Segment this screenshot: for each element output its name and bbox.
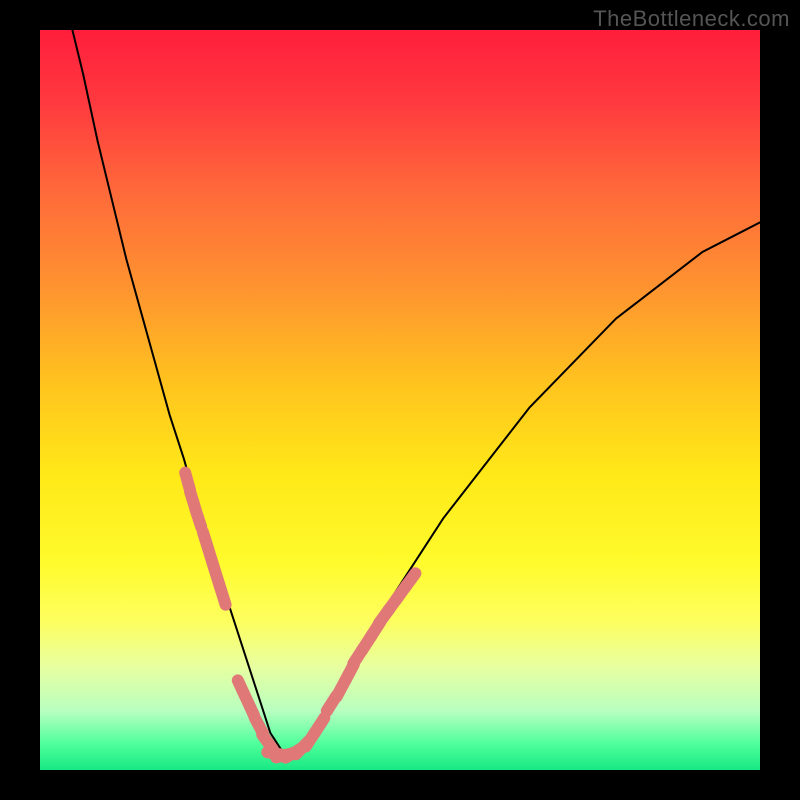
curve-marker bbox=[220, 588, 225, 605]
watermark-text: TheBottleneck.com bbox=[593, 6, 790, 32]
curve-marker bbox=[196, 510, 202, 527]
chart-frame: { "watermark": "TheBottleneck.com", "col… bbox=[0, 0, 800, 800]
curve-marker bbox=[405, 573, 416, 588]
curve-marker bbox=[315, 718, 325, 733]
plot-background bbox=[40, 30, 760, 770]
bottleneck-chart bbox=[0, 0, 800, 800]
